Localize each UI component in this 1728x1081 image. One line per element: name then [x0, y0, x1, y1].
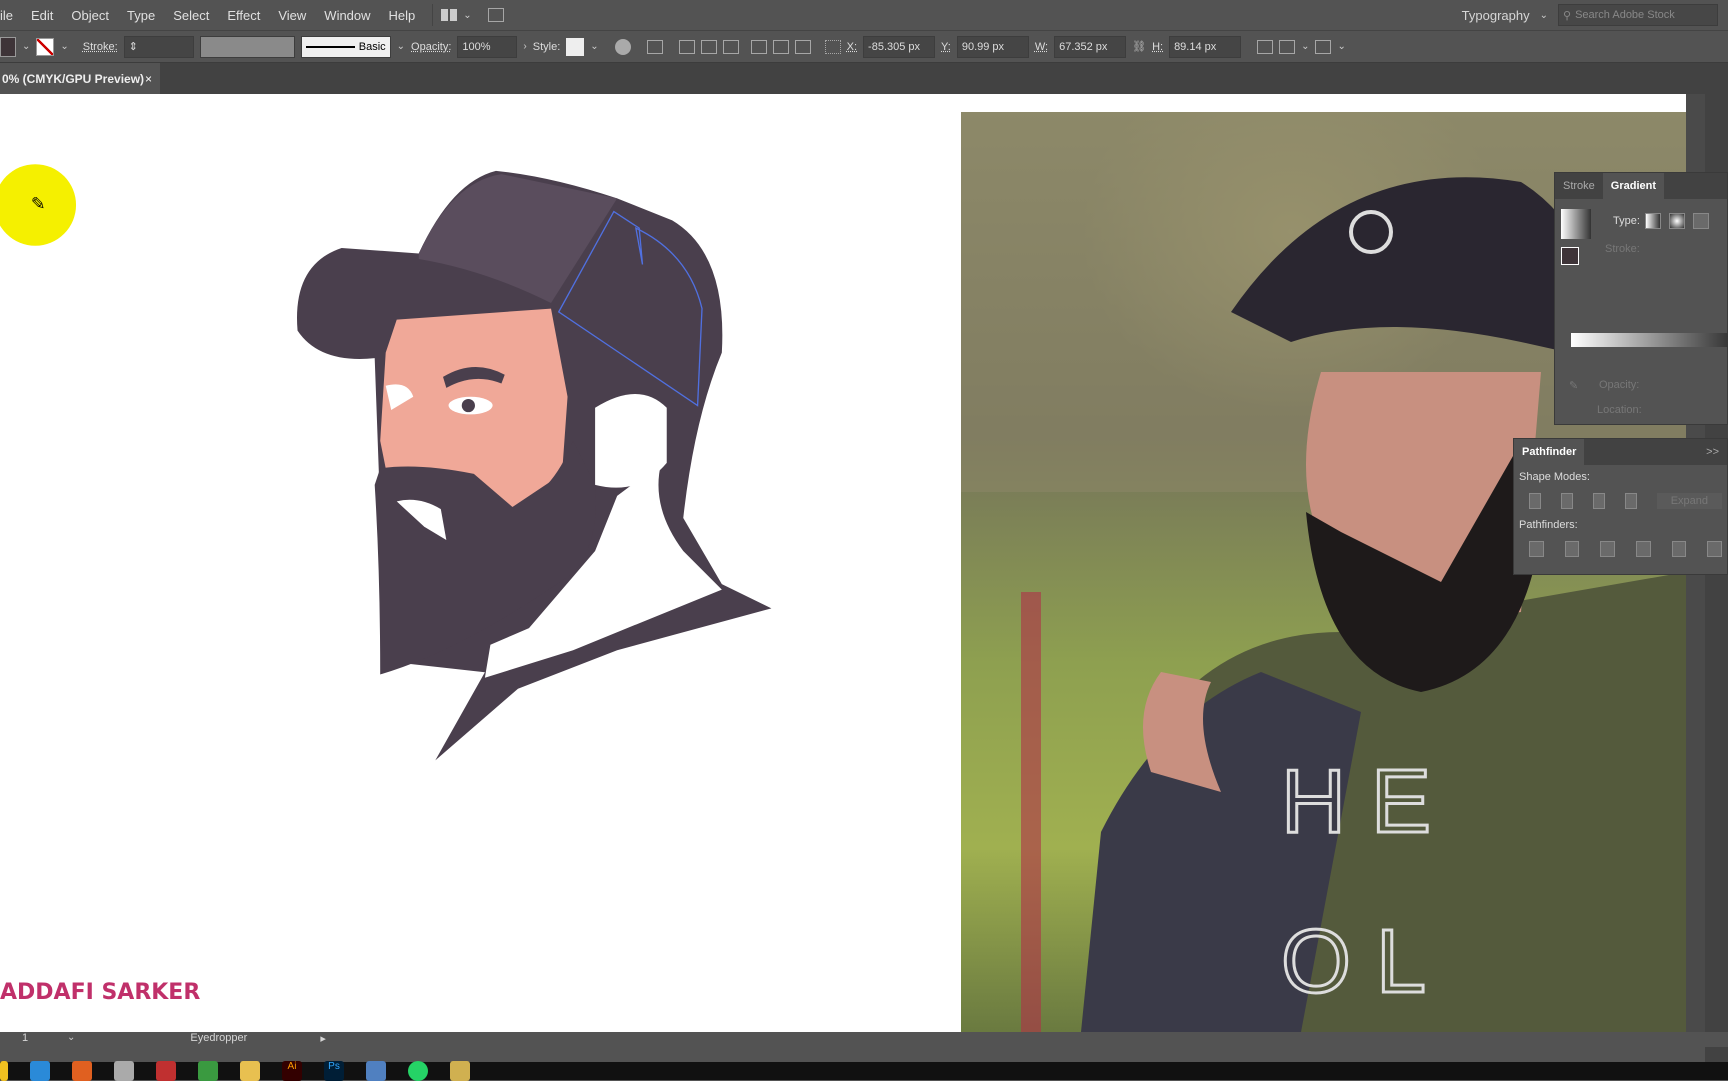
- location-label: Location:: [1597, 404, 1642, 416]
- shape-modes-label: Shape Modes:: [1519, 471, 1590, 483]
- illustration: ✎: [0, 164, 772, 761]
- ie-icon[interactable]: [198, 1061, 218, 1081]
- chevron-right-icon[interactable]: ▸: [320, 1032, 326, 1045]
- pathfinder-panel: Pathfinder >> Shape Modes: Expand Pathfi…: [1513, 438, 1728, 575]
- unite-button[interactable]: [1529, 493, 1541, 509]
- linear-gradient-button[interactable]: [1645, 213, 1661, 229]
- current-tool: Eyedropper: [190, 1032, 248, 1044]
- chevron-down-icon[interactable]: ⌄: [67, 1032, 75, 1043]
- pathfinder-title: Pathfinder: [1514, 439, 1585, 465]
- eyedropper-icon[interactable]: ✎: [1569, 379, 1578, 392]
- merge-button[interactable]: [1600, 541, 1616, 557]
- windows-taskbar: Ai Ps: [0, 1061, 1728, 1081]
- minus-back-button[interactable]: [1707, 541, 1723, 557]
- trim-button[interactable]: [1564, 541, 1580, 557]
- illustrator-icon[interactable]: Ai: [282, 1061, 302, 1081]
- photoshop-icon[interactable]: Ps: [324, 1061, 344, 1081]
- exclude-button[interactable]: [1624, 493, 1637, 509]
- expand-button[interactable]: Expand: [1656, 493, 1722, 509]
- crop-button[interactable]: [1636, 541, 1651, 557]
- gradient-slider[interactable]: [1571, 333, 1728, 347]
- gradient-panel: Stroke Gradient Type: Stroke: ✎ Opacity:…: [1554, 172, 1728, 425]
- app-icon[interactable]: [366, 1061, 386, 1081]
- divide-button[interactable]: [1529, 541, 1544, 557]
- pathfinders-label: Pathfinders:: [1519, 519, 1578, 531]
- artwork-credit: ADDAFI SARKER: [0, 980, 201, 1005]
- app-icon[interactable]: [114, 1061, 134, 1081]
- app-icon[interactable]: [72, 1061, 92, 1081]
- outline-button[interactable]: [1671, 541, 1687, 557]
- panel-menu-icon[interactable]: >>: [1698, 439, 1727, 465]
- stroke-label: Stroke:: [1605, 243, 1640, 255]
- status-bar: 1 ⌄ Eyedropper ▸: [0, 1032, 1728, 1047]
- intersect-button[interactable]: [1592, 493, 1605, 509]
- fill-stroke-swatch[interactable]: [1561, 247, 1579, 265]
- gradient-swatch[interactable]: [1561, 209, 1591, 239]
- chrome-icon[interactable]: [0, 1061, 8, 1081]
- opacity-label: Opacity:: [1599, 379, 1640, 391]
- freeform-gradient-button[interactable]: [1693, 213, 1709, 229]
- artboard-number[interactable]: 1: [22, 1032, 67, 1044]
- tab-gradient[interactable]: Gradient: [1602, 173, 1665, 199]
- eyedropper-cursor-icon: ✎: [31, 193, 46, 213]
- app-icon[interactable]: [156, 1061, 176, 1081]
- pupil: [461, 398, 475, 413]
- radial-gradient-button[interactable]: [1669, 213, 1685, 229]
- whatsapp-icon[interactable]: [408, 1061, 428, 1081]
- app-icon[interactable]: [450, 1061, 470, 1081]
- minus-front-button[interactable]: [1560, 493, 1573, 509]
- safari-icon[interactable]: [30, 1061, 50, 1081]
- tab-stroke[interactable]: Stroke: [1555, 173, 1603, 199]
- file-explorer-icon[interactable]: [240, 1061, 260, 1081]
- type-label: Type:: [1613, 215, 1640, 227]
